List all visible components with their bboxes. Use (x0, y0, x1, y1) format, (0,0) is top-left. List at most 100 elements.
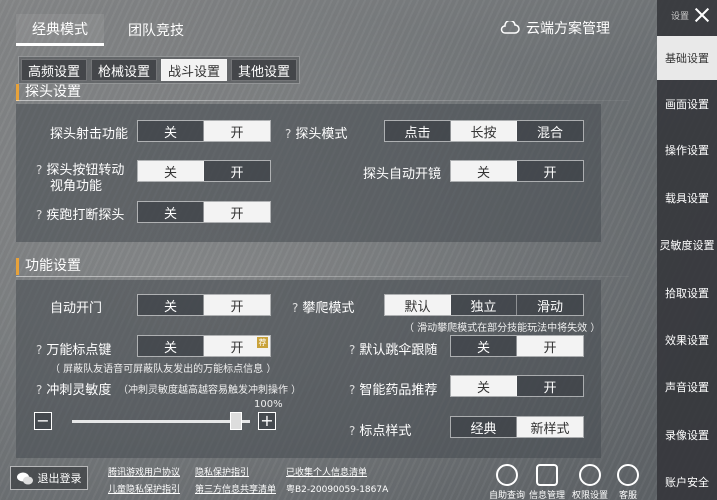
sprint-sens-slider-track[interactable] (72, 420, 250, 423)
link-collected-info[interactable]: 已收集个人信息清单 (286, 465, 367, 478)
parachute-label: 默认跳伞跟随 (359, 343, 438, 358)
link-privacy-guide[interactable]: 隐私保护指引 (195, 465, 249, 478)
help-icon[interactable]: ? (349, 424, 355, 438)
section-divider (16, 100, 629, 101)
sprint-sens-label-wrap: ? 冲刺灵敏度 (36, 379, 111, 398)
sidebar-item-vehicle[interactable]: 载具设置 (657, 176, 717, 220)
cloud-icon (500, 21, 520, 34)
parachute-off[interactable]: 关 (451, 336, 517, 356)
subtab-weapon[interactable]: 枪械设置 (91, 59, 157, 81)
probe-auto-scope-label: 探头自动开镜 (363, 167, 442, 182)
help-icon[interactable]: ? (36, 383, 42, 397)
section-function-title: 功能设置 (16, 258, 81, 275)
link-user-agreement[interactable]: 腾讯游戏用户协议 (108, 465, 180, 478)
id-card-icon (536, 464, 558, 486)
auto-door-on[interactable]: 开 (204, 295, 270, 315)
probe-sprint-off[interactable]: 关 (138, 202, 204, 222)
settings-title: 设置 (670, 11, 689, 22)
help-icon[interactable]: ? (36, 208, 42, 222)
probe-mode-selector: 点击 长按 混合 (384, 120, 584, 142)
section-probe-title: 探头设置 (16, 84, 81, 101)
subtab-other[interactable]: 其他设置 (231, 59, 297, 81)
link-children-privacy[interactable]: 儿童隐私保护指引 (108, 482, 180, 495)
probe-sprint-on[interactable]: 开 (204, 202, 270, 222)
permission-button[interactable]: 权限设置 (570, 464, 610, 500)
sprint-sens-slider-knob[interactable] (230, 412, 242, 430)
self-query-label: 自助查询 (488, 491, 525, 500)
headset-icon (617, 464, 639, 486)
mark-off[interactable]: 关 (138, 336, 204, 356)
probe-fire-on[interactable]: 开 (204, 121, 270, 141)
probe-fire-off[interactable]: 关 (138, 121, 204, 141)
parachute-label-wrap: ? 默认跳伞跟随 (349, 339, 437, 358)
customer-service-button[interactable]: 客服 (608, 464, 648, 500)
info-manage-button[interactable]: 信息管理 (527, 464, 567, 500)
sidebar-item-sensitivity[interactable]: 灵敏度设置 (657, 223, 717, 267)
sidebar-item-sound[interactable]: 声音设置 (657, 365, 717, 409)
probe-button-toggle: 关 开 (137, 160, 271, 182)
close-icon[interactable] (693, 6, 711, 24)
climb-default[interactable]: 默认 (385, 295, 451, 315)
probe-auto-scope-off[interactable]: 关 (451, 161, 517, 181)
logout-label: 退出登录 (37, 472, 82, 485)
subtab-high-freq[interactable]: 高频设置 (21, 59, 87, 81)
sprint-sens-decrease-button[interactable]: − (34, 412, 52, 430)
climb-slide[interactable]: 滑动 (517, 295, 583, 315)
sidebar-item-basic[interactable]: 基础设置 (657, 36, 717, 80)
help-icon[interactable]: ? (292, 301, 298, 315)
section-divider (16, 276, 629, 277)
self-query-button[interactable]: 自助查询 (487, 464, 527, 500)
mark-hint: （ 屏蔽队友语音可屏蔽队友发出的万能标点信息 ） (50, 364, 277, 375)
probe-button-label-2: 视角功能 (50, 179, 103, 194)
probe-auto-scope-on[interactable]: 开 (517, 161, 583, 181)
probe-fire-label: 探头射击功能 (50, 127, 129, 142)
link-third-party-sharing[interactable]: 第三方信息共享清单 (195, 482, 276, 495)
probe-sprint-label: 疾跑打断探头 (46, 208, 125, 223)
help-icon[interactable]: ? (36, 343, 42, 357)
climb-label: 攀爬模式 (302, 301, 355, 316)
sprint-sens-increase-button[interactable]: + (258, 412, 276, 430)
help-icon[interactable]: ? (285, 127, 291, 141)
probe-mode-label: 探头模式 (295, 127, 348, 142)
help-icon[interactable]: ? (349, 383, 355, 397)
mark-on[interactable]: 开 荐 (204, 336, 270, 356)
medicine-off[interactable]: 关 (451, 376, 517, 396)
permission-label: 权限设置 (571, 491, 608, 500)
probe-fire-toggle: 关 开 (137, 120, 271, 142)
logout-button[interactable]: 退出登录 (10, 466, 88, 490)
auto-door-label: 自动开门 (50, 301, 103, 316)
parachute-on[interactable]: 开 (517, 336, 583, 356)
wechat-icon (16, 472, 33, 484)
climb-independent[interactable]: 独立 (451, 295, 517, 315)
tab-team[interactable]: 团队竞技 (112, 14, 200, 46)
help-icon[interactable]: ? (349, 343, 355, 357)
medicine-toggle: 关 开 (450, 375, 584, 397)
marker-style-new[interactable]: 新样式 (517, 417, 583, 437)
marker-style-classic[interactable]: 经典 (451, 417, 517, 437)
probe-mode-tap[interactable]: 点击 (385, 121, 451, 141)
marker-style-label-wrap: ? 标点样式 (349, 420, 411, 439)
mark-on-label: 开 (230, 340, 244, 356)
sidebar-item-controls[interactable]: 操作设置 (657, 128, 717, 172)
sidebar-item-effects[interactable]: 效果设置 (657, 318, 717, 362)
probe-mode-hold[interactable]: 长按 (451, 121, 517, 141)
sidebar-item-account[interactable]: 账户安全 (657, 460, 717, 500)
probe-mode-label-wrap: ? 探头模式 (285, 123, 347, 142)
probe-button-off[interactable]: 关 (138, 161, 204, 181)
tab-classic[interactable]: 经典模式 (16, 14, 104, 46)
sidebar-item-recording[interactable]: 录像设置 (657, 413, 717, 457)
sprint-sens-label: 冲刺灵敏度 (46, 383, 112, 398)
shield-icon (579, 464, 601, 486)
probe-button-on[interactable]: 开 (204, 161, 270, 181)
medicine-on[interactable]: 开 (517, 376, 583, 396)
auto-door-toggle: 关 开 (137, 294, 271, 316)
help-icon[interactable]: ? (36, 163, 42, 177)
cloud-plan-button[interactable]: 云端方案管理 (500, 18, 610, 38)
probe-mode-mix[interactable]: 混合 (517, 121, 583, 141)
medicine-label-wrap: ? 智能药品推荐 (349, 379, 437, 398)
auto-door-off[interactable]: 关 (138, 295, 204, 315)
subtab-combat[interactable]: 战斗设置 (161, 59, 227, 81)
sidebar-item-graphics[interactable]: 画面设置 (657, 82, 717, 126)
sidebar-item-pickup[interactable]: 拾取设置 (657, 271, 717, 315)
mark-toggle: 关 开 荐 (137, 335, 271, 357)
